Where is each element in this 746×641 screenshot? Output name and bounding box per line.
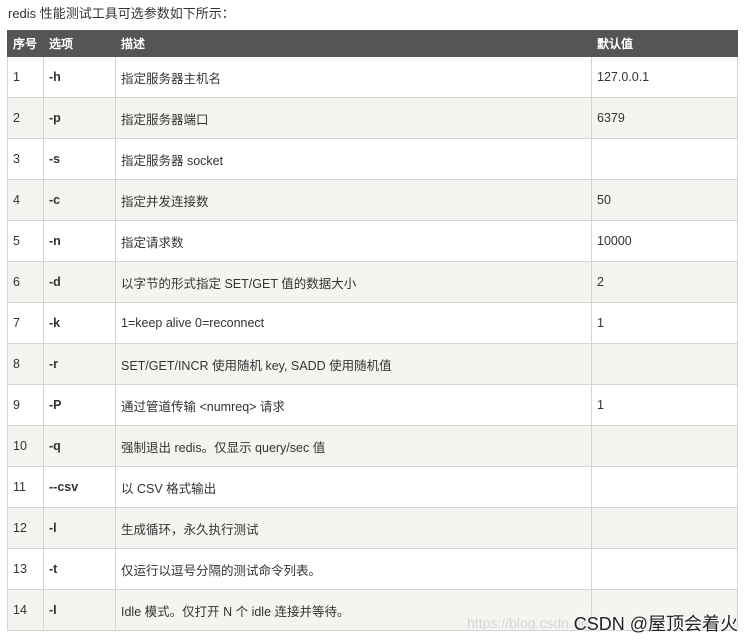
table-row: 4 -c 指定并发连接数 50: [7, 179, 738, 221]
cell-description: 指定服务器 socket: [115, 138, 592, 180]
cell-option: -c: [43, 179, 116, 221]
cell-index: 1: [7, 56, 44, 98]
cell-index: 5: [7, 220, 44, 262]
cell-index: 8: [7, 343, 44, 385]
cell-description: 通过管道传输 <numreq> 请求: [115, 384, 592, 426]
table-header-row: 序号 选项 描述 默认值: [7, 30, 738, 57]
cell-index: 7: [7, 302, 44, 344]
cell-index: 13: [7, 548, 44, 590]
table-row: 6 -d 以字节的形式指定 SET/GET 值的数据大小 2: [7, 261, 738, 303]
cell-default: [591, 138, 738, 180]
cell-option: -s: [43, 138, 116, 180]
cell-option: --csv: [43, 466, 116, 508]
cell-index: 14: [7, 589, 44, 631]
cell-index: 9: [7, 384, 44, 426]
header-description: 描述: [115, 30, 592, 57]
table-row: 10 -q 强制退出 redis。仅显示 query/sec 值: [7, 425, 738, 467]
cell-option: -t: [43, 548, 116, 590]
cell-description: 指定服务器主机名: [115, 56, 592, 98]
cell-description: 1=keep alive 0=reconnect: [115, 302, 592, 344]
cell-index: 2: [7, 97, 44, 139]
header-index: 序号: [7, 30, 44, 57]
options-table: 序号 选项 描述 默认值 1 -h 指定服务器主机名 127.0.0.1 2 -…: [7, 30, 738, 631]
cell-default: 6379: [591, 97, 738, 139]
cell-description: 强制退出 redis。仅显示 query/sec 值: [115, 425, 592, 467]
cell-option: -p: [43, 97, 116, 139]
cell-description: 指定服务器端口: [115, 97, 592, 139]
cell-index: 11: [7, 466, 44, 508]
cell-default: [591, 343, 738, 385]
cell-index: 6: [7, 261, 44, 303]
cell-option: -l: [43, 507, 116, 549]
cell-description: 生成循环，永久执行测试: [115, 507, 592, 549]
cell-description: 以字节的形式指定 SET/GET 值的数据大小: [115, 261, 592, 303]
cell-description: 指定并发连接数: [115, 179, 592, 221]
cell-option: -I: [43, 589, 116, 631]
table-row: 1 -h 指定服务器主机名 127.0.0.1: [7, 56, 738, 98]
cell-option: -r: [43, 343, 116, 385]
header-option: 选项: [43, 30, 116, 57]
cell-option: -P: [43, 384, 116, 426]
cell-default: 10000: [591, 220, 738, 262]
table-row: 9 -P 通过管道传输 <numreq> 请求 1: [7, 384, 738, 426]
cell-index: 10: [7, 425, 44, 467]
cell-default: 1: [591, 384, 738, 426]
cell-index: 4: [7, 179, 44, 221]
table-row: 5 -n 指定请求数 10000: [7, 220, 738, 262]
cell-default: 2: [591, 261, 738, 303]
table-row: 3 -s 指定服务器 socket: [7, 138, 738, 180]
cell-option: -q: [43, 425, 116, 467]
watermark: CSDN @屋顶会着火: [573, 614, 738, 634]
cell-option: -k: [43, 302, 116, 344]
cell-description: 以 CSV 格式输出: [115, 466, 592, 508]
table-row: 8 -r SET/GET/INCR 使用随机 key, SADD 使用随机值: [7, 343, 738, 385]
cell-default: [591, 425, 738, 467]
cell-index: 12: [7, 507, 44, 549]
table-row: 13 -t 仅运行以逗号分隔的测试命令列表。: [7, 548, 738, 590]
cell-description: SET/GET/INCR 使用随机 key, SADD 使用随机值: [115, 343, 592, 385]
cell-option: -n: [43, 220, 116, 262]
intro-text: redis 性能测试工具可选参数如下所示：: [8, 6, 235, 21]
table-row: 11 --csv 以 CSV 格式输出: [7, 466, 738, 508]
cell-default: [591, 548, 738, 590]
table-row: 7 -k 1=keep alive 0=reconnect 1: [7, 302, 738, 344]
cell-option: -d: [43, 261, 116, 303]
cell-default: [591, 507, 738, 549]
cell-description: 指定请求数: [115, 220, 592, 262]
cell-default: 127.0.0.1: [591, 56, 738, 98]
cell-default: 50: [591, 179, 738, 221]
table-row: 12 -l 生成循环，永久执行测试: [7, 507, 738, 549]
header-default: 默认值: [591, 30, 738, 57]
table-row: 2 -p 指定服务器端口 6379: [7, 97, 738, 139]
cell-description: 仅运行以逗号分隔的测试命令列表。: [115, 548, 592, 590]
cell-default: [591, 466, 738, 508]
cell-index: 3: [7, 138, 44, 180]
cell-option: -h: [43, 56, 116, 98]
cell-default: 1: [591, 302, 738, 344]
